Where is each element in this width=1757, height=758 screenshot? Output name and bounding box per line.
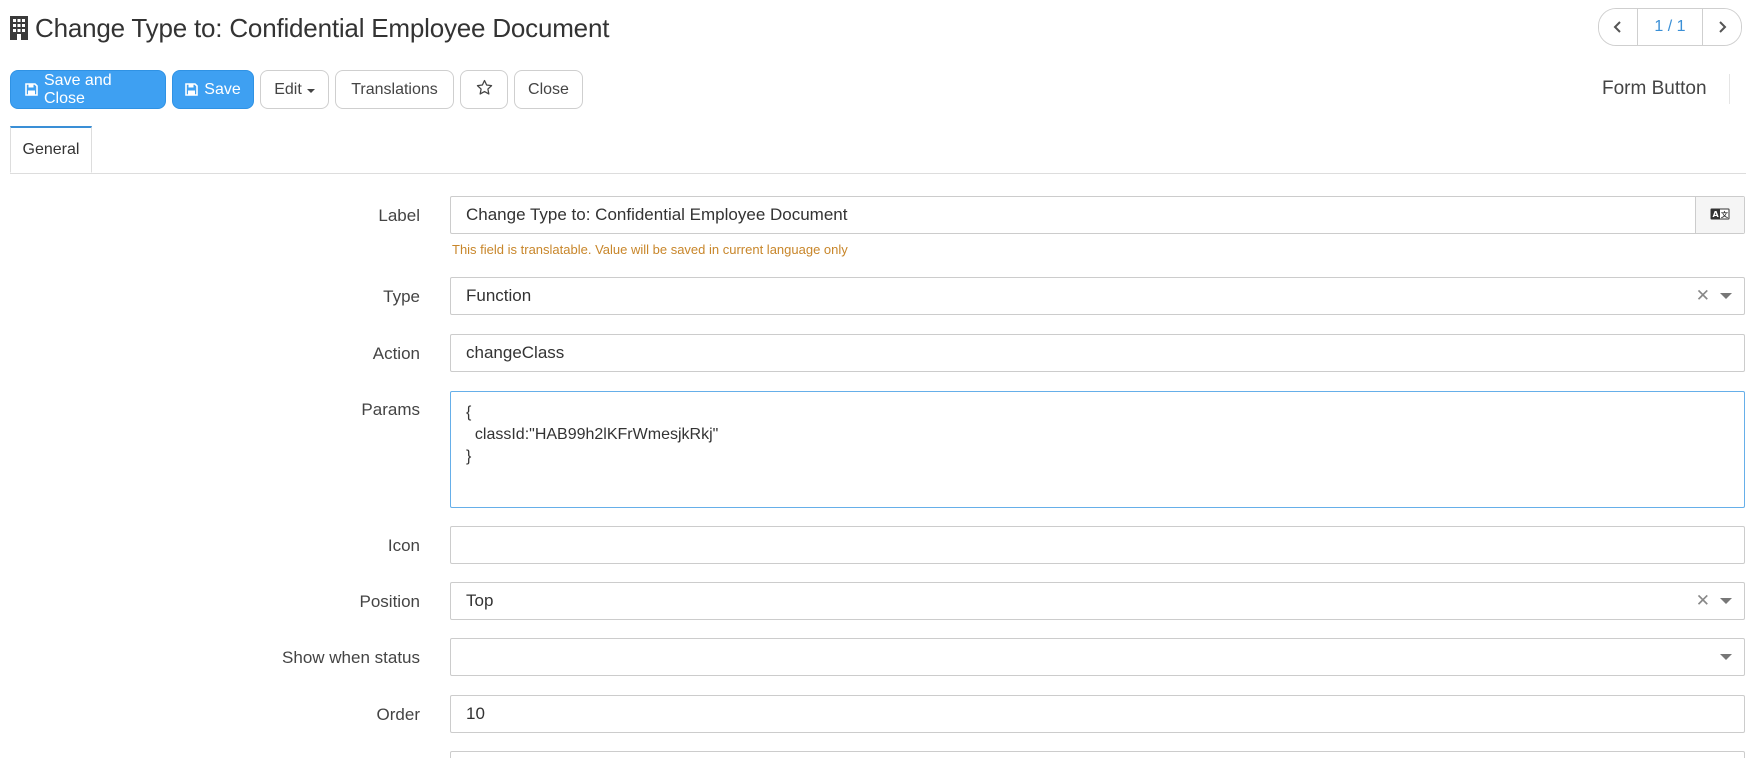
type-select[interactable]: Function ✕: [450, 277, 1745, 315]
pager-count: 1 / 1: [1637, 9, 1703, 45]
chevron-left-icon[interactable]: [1599, 9, 1637, 45]
star-icon: [476, 79, 493, 101]
translatable-hint: This field is translatable. Value will b…: [452, 242, 848, 257]
label-field-value: Change Type to: Confidential Employee Do…: [466, 205, 848, 224]
show-when-status-caption: Show when status: [282, 648, 420, 667]
record-type-label: Form Button: [1602, 74, 1730, 104]
form-button-editor: Change Type to: Confidential Employee Do…: [0, 0, 1757, 758]
translate-addon[interactable]: A 文: [1695, 197, 1744, 233]
order-caption: Order: [376, 705, 420, 724]
close-label: Close: [528, 80, 569, 98]
action-input-value: changeClass: [466, 343, 565, 362]
floppy-icon: [185, 83, 199, 96]
clear-icon[interactable]: ✕: [1696, 591, 1710, 611]
position-caption: Position: [359, 592, 420, 611]
icon-input[interactable]: [450, 526, 1745, 564]
show-when-status-select[interactable]: [450, 638, 1745, 676]
record-pager: 1 / 1: [1598, 8, 1742, 46]
svg-text:文: 文: [1721, 210, 1729, 219]
save-and-close-label: Save and Close: [44, 71, 112, 107]
favorite-button[interactable]: [460, 70, 508, 109]
type-caption: Type: [383, 287, 420, 306]
params-textarea[interactable]: { classId:"HAB99h2lKFrWmesjkRkj" }: [450, 391, 1745, 508]
translations-label: Translations: [351, 80, 438, 98]
chevron-right-icon[interactable]: [1703, 9, 1741, 45]
save-label: Save: [204, 80, 241, 98]
page-header: Change Type to: Confidential Employee Do…: [9, 8, 609, 48]
tab-general[interactable]: General: [10, 126, 92, 173]
action-input[interactable]: changeClass: [450, 334, 1745, 372]
tab-bar: General: [10, 126, 1746, 174]
save-button[interactable]: Save: [172, 70, 254, 109]
position-select-value: Top: [466, 591, 494, 610]
chevron-down-icon[interactable]: [1720, 293, 1732, 299]
toolbar: Save and Close Save Edit Translations Cl…: [10, 70, 583, 109]
close-button[interactable]: Close: [514, 70, 583, 109]
save-and-close-button[interactable]: Save and Close: [10, 70, 166, 109]
chevron-down-icon[interactable]: [1720, 598, 1732, 604]
order-input-value: 10: [466, 704, 485, 723]
label-field[interactable]: Change Type to: Confidential Employee Do…: [450, 196, 1745, 234]
chevron-down-icon[interactable]: [1720, 654, 1732, 660]
params-caption: Params: [361, 400, 420, 419]
position-select[interactable]: Top ✕: [450, 582, 1745, 620]
label-caption: Label: [378, 206, 420, 225]
resize-handle-icon[interactable]: [1730, 493, 1742, 505]
next-field[interactable]: [450, 751, 1745, 758]
edit-label: Edit: [274, 80, 302, 98]
action-caption: Action: [372, 344, 420, 363]
svg-text:A: A: [1713, 210, 1720, 219]
translations-button[interactable]: Translations: [335, 70, 454, 109]
tab-general-label: General: [22, 141, 80, 158]
edit-dropdown-button[interactable]: Edit: [260, 70, 329, 109]
params-textarea-value: { classId:"HAB99h2lKFrWmesjkRkj" }: [466, 404, 719, 465]
order-input[interactable]: 10: [450, 695, 1745, 733]
building-icon: [9, 15, 29, 41]
caret-down-icon: [306, 88, 315, 93]
page-title: Change Type to: Confidential Employee Do…: [35, 12, 610, 43]
icon-caption: Icon: [387, 536, 420, 555]
translate-icon: A 文: [1710, 205, 1730, 225]
type-select-value: Function: [466, 286, 532, 305]
clear-icon[interactable]: ✕: [1696, 286, 1710, 306]
floppy-icon: [25, 83, 38, 96]
